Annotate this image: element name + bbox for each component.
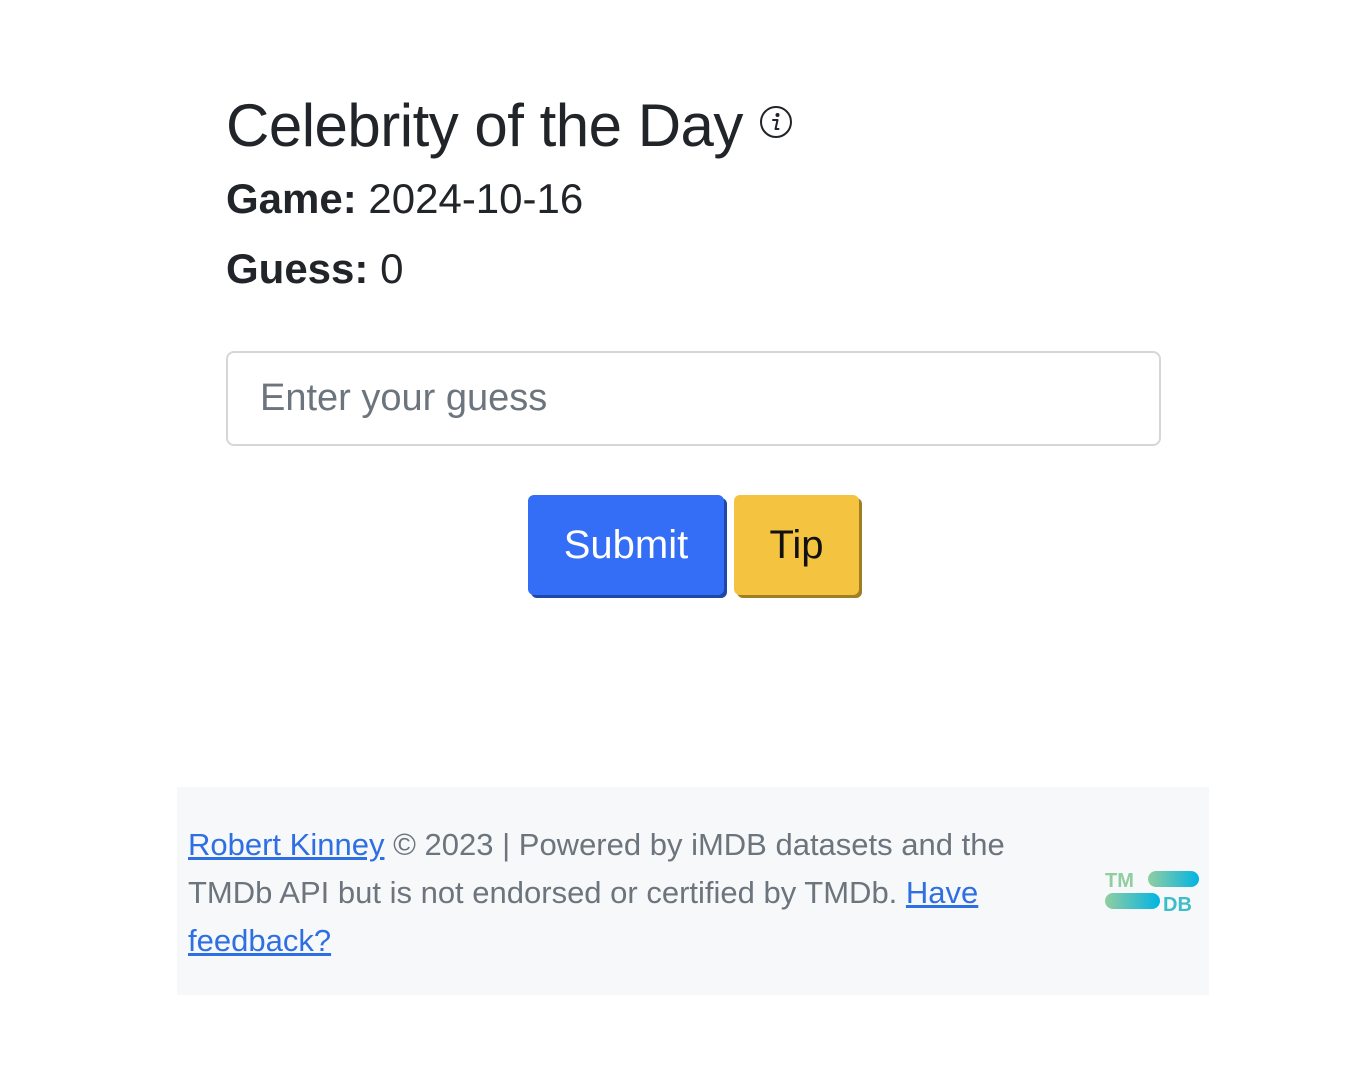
guess-label: Guess: [226,245,369,292]
footer-text: Robert Kinney © 2023 | Powered by iMDB d… [188,821,1068,965]
submit-button[interactable]: Submit [528,495,724,595]
page: Celebrity of the Day Game: 2024-10-16 Gu… [0,0,1372,1070]
info-icon[interactable] [759,105,793,139]
title-row: Celebrity of the Day [226,88,1161,164]
tmdb-logo-bottom: DB [1163,894,1192,913]
author-link[interactable]: Robert Kinney [188,827,384,862]
page-title: Celebrity of the Day [226,92,743,159]
button-group: Submit Tip [226,495,1161,595]
game-date-line: Game: 2024-10-16 [226,164,1161,234]
game-panel: Celebrity of the Day Game: 2024-10-16 Gu… [226,88,1161,595]
guess-count-line: Guess: 0 [226,234,1161,304]
tmdb-logo[interactable]: TM DB [1105,869,1199,916]
tip-button[interactable]: Tip [734,495,859,595]
game-date-value: 2024-10-16 [368,175,584,222]
guess-count-value: 0 [380,245,404,292]
guess-input[interactable] [226,351,1161,446]
footer: Robert Kinney © 2023 | Powered by iMDB d… [177,787,1209,995]
tmdb-logo-top: TM [1105,870,1134,892]
game-label: Game: [226,175,357,222]
